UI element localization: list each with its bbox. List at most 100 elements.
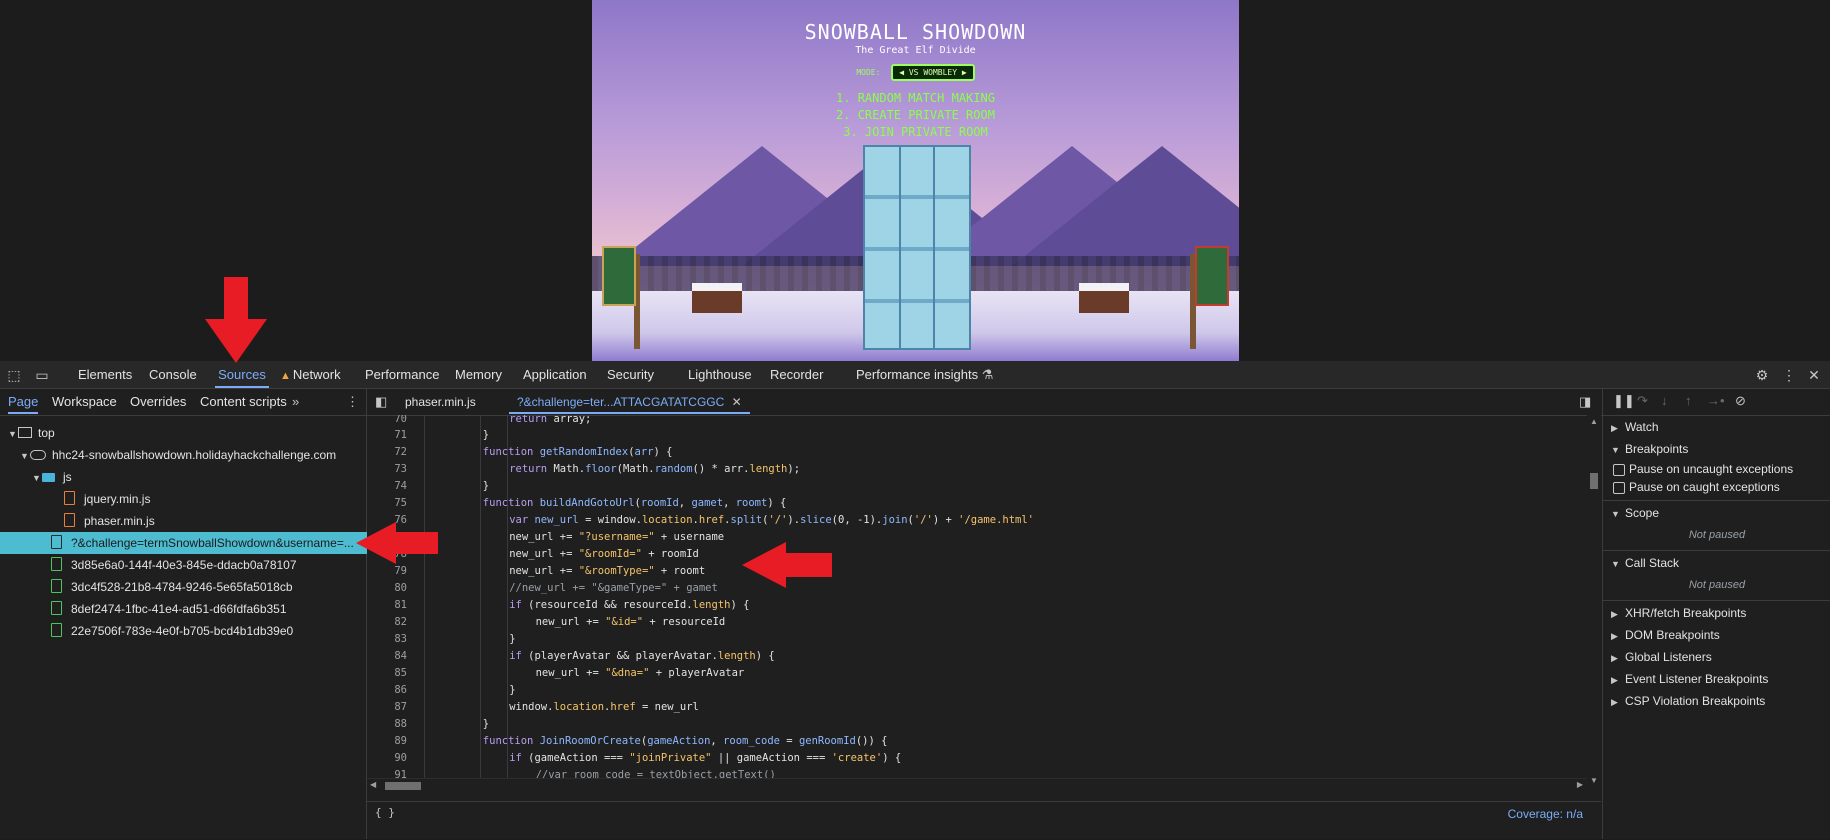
code-line[interactable]: //new_url += "&gameType=" + gamet xyxy=(509,582,718,594)
code-line[interactable]: new_url += "&id=" + resourceId xyxy=(536,616,726,628)
coverage-status[interactable]: Coverage: n/a xyxy=(1508,807,1583,821)
step-over-icon[interactable]: ↷ xyxy=(1637,393,1648,409)
tab-elements[interactable]: Elements xyxy=(78,361,132,388)
pause-uncaught-checkbox[interactable] xyxy=(1613,464,1625,476)
code-line[interactable]: } xyxy=(509,684,515,696)
toggle-debugger-icon[interactable]: ◨ xyxy=(1579,389,1591,414)
line-number[interactable]: 88 xyxy=(367,718,407,730)
menu-random-match[interactable]: 1. RANDOM MATCH MAKING xyxy=(592,90,1239,107)
code-line[interactable]: } xyxy=(483,480,489,492)
line-number[interactable]: 82 xyxy=(367,616,407,628)
code-line[interactable]: if (resourceId && resourceId.length) { xyxy=(509,599,749,611)
more-tabs-icon[interactable]: » xyxy=(292,389,299,414)
line-number[interactable]: 80 xyxy=(367,582,407,594)
close-tab-icon[interactable]: ✕ xyxy=(732,395,742,409)
section-watch[interactable]: ▶ Watch xyxy=(1603,416,1830,438)
section-global-listeners[interactable]: ▶ Global Listeners xyxy=(1603,646,1830,668)
tree-item-uuid[interactable]: 8def2474-1fbc-41e4-ad51-d66fdfa6b351 xyxy=(0,598,417,620)
code-line[interactable]: } xyxy=(509,633,515,645)
nav-tab-workspace[interactable]: Workspace xyxy=(52,389,117,414)
menu-create-room[interactable]: 2. CREATE PRIVATE ROOM xyxy=(592,107,1239,124)
toggle-navigator-icon[interactable]: ◧ xyxy=(375,389,387,414)
line-number[interactable]: 86 xyxy=(367,684,407,696)
settings-gear-icon[interactable]: ⚙ xyxy=(1753,366,1771,384)
section-event-listener-breakpoints[interactable]: ▶ Event Listener Breakpoints xyxy=(1603,668,1830,690)
scrollbar-thumb[interactable] xyxy=(1590,473,1598,489)
tab-lighthouse[interactable]: Lighthouse xyxy=(688,361,752,388)
code-line[interactable]: function buildAndGotoUrl(roomId, gamet, … xyxy=(483,497,787,509)
nav-tab-content-scripts[interactable]: Content scripts xyxy=(200,389,287,414)
pause-caught-checkbox[interactable] xyxy=(1613,482,1625,494)
close-icon[interactable]: ✕ xyxy=(1805,366,1823,384)
more-options-icon[interactable]: ⋮ xyxy=(1780,366,1798,384)
game-canvas[interactable]: SNOWBALL SHOWDOWN The Great Elf Divide M… xyxy=(592,0,1239,361)
line-number[interactable]: 79 xyxy=(367,565,407,577)
code-line[interactable]: var new_url = window.location.href.split… xyxy=(509,514,1034,526)
tree-item-top[interactable]: ▼ top xyxy=(0,422,374,444)
code-line[interactable]: if (gameAction === "joinPrivate" || game… xyxy=(509,752,901,764)
nav-tab-overrides[interactable]: Overrides xyxy=(130,389,186,414)
code-line[interactable]: } xyxy=(483,718,489,730)
editor-tab-active[interactable]: ?&challenge=ter...ATTACGATATCGGC ✕ xyxy=(509,389,750,414)
line-number[interactable]: 75 xyxy=(367,497,407,509)
tab-sources[interactable]: Sources xyxy=(215,361,269,388)
tab-security[interactable]: Security xyxy=(607,361,654,388)
tree-item-uuid[interactable]: 3dc4f528-21b8-4784-9246-5e65fa5018cb xyxy=(0,576,417,598)
tab-recorder[interactable]: Recorder xyxy=(770,361,823,388)
section-scope[interactable]: ▼ Scope xyxy=(1603,502,1830,524)
line-number[interactable]: 72 xyxy=(367,446,407,458)
pause-icon[interactable]: ❚❚ xyxy=(1613,393,1635,409)
section-breakpoints[interactable]: ▼ Breakpoints xyxy=(1603,438,1830,460)
line-number[interactable]: 91 xyxy=(367,769,407,778)
line-number[interactable]: 89 xyxy=(367,735,407,747)
code-line[interactable]: new_url += "&roomType=" + roomt xyxy=(509,565,705,577)
inspect-element-icon[interactable]: ⬚ xyxy=(5,366,23,384)
code-line[interactable]: //var room_code = textObject.getText() xyxy=(536,769,776,778)
code-line[interactable]: if (playerAvatar && playerAvatar.length)… xyxy=(509,650,775,662)
scrollbar-thumb[interactable] xyxy=(385,782,421,790)
code-line[interactable]: return array; xyxy=(509,415,591,425)
device-toolbar-icon[interactable]: ▭ xyxy=(33,366,51,384)
horizontal-scrollbar[interactable]: ◀ ▶ xyxy=(367,778,1587,792)
editor-tab-phaser[interactable]: phaser.min.js xyxy=(405,389,476,414)
scroll-left-icon[interactable]: ◀ xyxy=(370,780,376,789)
line-number[interactable]: 83 xyxy=(367,633,407,645)
menu-join-room[interactable]: 3. JOIN PRIVATE ROOM xyxy=(592,124,1239,141)
code-line[interactable]: window.location.href = new_url xyxy=(509,701,699,713)
nav-tab-page[interactable]: Page xyxy=(8,389,39,414)
line-number[interactable]: 87 xyxy=(367,701,407,713)
scroll-down-icon[interactable]: ▼ xyxy=(1590,776,1598,785)
vertical-scrollbar[interactable]: ▲ ▼ xyxy=(1587,415,1601,787)
navigator-menu-icon[interactable]: ⋮ xyxy=(346,389,359,414)
step-into-icon[interactable]: ↓ xyxy=(1661,393,1668,408)
tab-performance[interactable]: Performance xyxy=(365,361,439,388)
tab-application[interactable]: Application xyxy=(523,361,587,388)
section-xhr-breakpoints[interactable]: ▶ XHR/fetch Breakpoints xyxy=(1603,602,1830,624)
tree-item-domain[interactable]: ▼ hhc24-snowballshowdown.holidayhackchall… xyxy=(0,444,386,466)
step-out-icon[interactable]: ↑ xyxy=(1685,393,1692,408)
tab-memory[interactable]: Memory xyxy=(455,361,502,388)
section-call-stack[interactable]: ▼ Call Stack xyxy=(1603,552,1830,574)
line-number[interactable]: 90 xyxy=(367,752,407,764)
code-view[interactable]: 70 71 72 73 74 75 76 77 78 79 80 81 82 8… xyxy=(367,415,1587,778)
tree-item-uuid[interactable]: 22e7506f-783e-4e0f-b705-bcd4b1db39e0 xyxy=(0,620,417,642)
pretty-print-icon[interactable]: { } xyxy=(375,806,395,819)
scroll-up-icon[interactable]: ▲ xyxy=(1590,417,1598,426)
code-line[interactable]: new_url += "&roomId=" + roomId xyxy=(509,548,699,560)
line-number[interactable]: 74 xyxy=(367,480,407,492)
line-number[interactable]: 71 xyxy=(367,429,407,441)
code-line[interactable]: function getRandomIndex(arr) { xyxy=(483,446,673,458)
scroll-right-icon[interactable]: ▶ xyxy=(1577,780,1583,789)
tab-performance-insights[interactable]: Performance insights ⚗ xyxy=(856,361,993,388)
step-icon[interactable]: →• xyxy=(1707,393,1725,408)
line-number[interactable]: 84 xyxy=(367,650,407,662)
deactivate-breakpoints-icon[interactable]: ⊘ xyxy=(1735,393,1746,409)
line-number[interactable]: 70 xyxy=(367,415,407,425)
section-dom-breakpoints[interactable]: ▶ DOM Breakpoints xyxy=(1603,624,1830,646)
tree-item-file[interactable]: jquery.min.js xyxy=(0,488,430,510)
tree-item-uuid[interactable]: 3d85e6a0-144f-40e3-845e-ddacb0a78107 xyxy=(0,554,417,576)
section-csp-breakpoints[interactable]: ▶ CSP Violation Breakpoints xyxy=(1603,690,1830,712)
code-line[interactable]: function JoinRoomOrCreate(gameAction, ro… xyxy=(483,735,888,747)
line-number[interactable]: 81 xyxy=(367,599,407,611)
tree-item-selected-document[interactable]: ?&challenge=termSnowballShowdown&usernam… xyxy=(0,532,417,554)
